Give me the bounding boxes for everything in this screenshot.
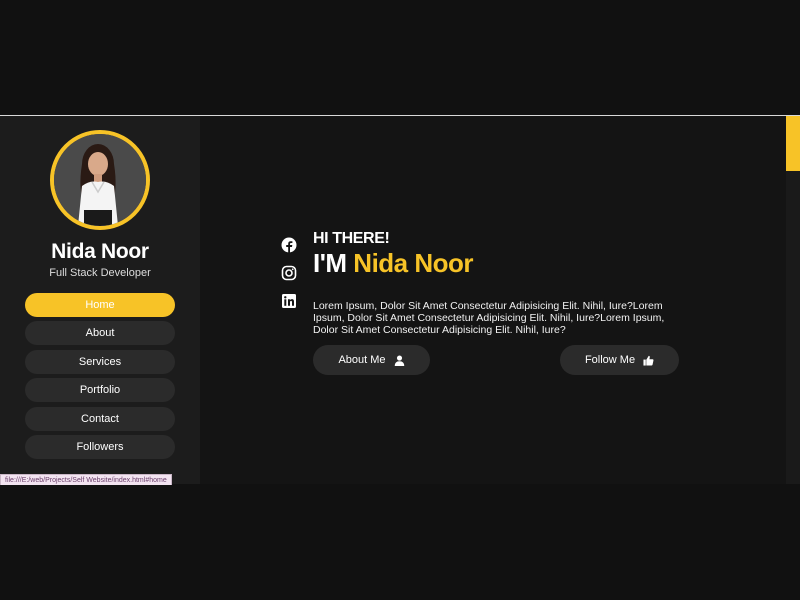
follow-me-label: Follow Me	[584, 354, 636, 366]
sidebar-nav: Home About Services Portfolio Contact Fo…	[25, 293, 175, 463]
nav-item-services[interactable]: Services	[25, 349, 175, 374]
nav-item-about[interactable]: About	[25, 321, 175, 346]
linkedin-icon[interactable]	[281, 293, 297, 309]
hero-title: I'M Nida Noor	[313, 248, 474, 279]
social-links	[281, 237, 299, 321]
instagram-icon[interactable]	[281, 265, 297, 281]
letterbox-top	[0, 0, 800, 115]
hero-description: Lorem Ipsum, Dolor Sit Amet Consectetur …	[313, 299, 665, 336]
hero-title-prefix: I'M	[313, 248, 354, 278]
profile-name: Nida Noor	[51, 240, 149, 263]
follow-me-button[interactable]: Follow Me	[560, 345, 679, 375]
nav-item-home[interactable]: Home	[25, 293, 175, 317]
scrollbar-track[interactable]	[786, 116, 800, 484]
hero-greeting: HI THERE!	[313, 230, 390, 247]
hero-title-name: Nida Noor	[353, 248, 474, 278]
about-me-label: About Me	[338, 354, 386, 366]
user-icon	[394, 354, 404, 366]
nav-item-portfolio[interactable]: Portfolio	[25, 378, 175, 403]
about-me-button[interactable]: About Me	[313, 345, 430, 375]
scrollbar-thumb[interactable]	[786, 116, 800, 171]
nav-item-contact[interactable]: Contact	[25, 406, 175, 431]
thumbs-up-icon	[643, 355, 654, 366]
nav-item-followers[interactable]: Followers	[25, 434, 175, 459]
profile-role: Full Stack Developer	[49, 267, 151, 279]
sidebar: Nida Noor Full Stack Developer Home Abou…	[0, 116, 200, 484]
avatar-photo	[54, 134, 146, 226]
avatar	[50, 130, 150, 230]
page-viewport: Nida Noor Full Stack Developer Home Abou…	[0, 115, 800, 484]
letterbox-bottom	[0, 485, 800, 600]
facebook-icon[interactable]	[281, 237, 297, 253]
